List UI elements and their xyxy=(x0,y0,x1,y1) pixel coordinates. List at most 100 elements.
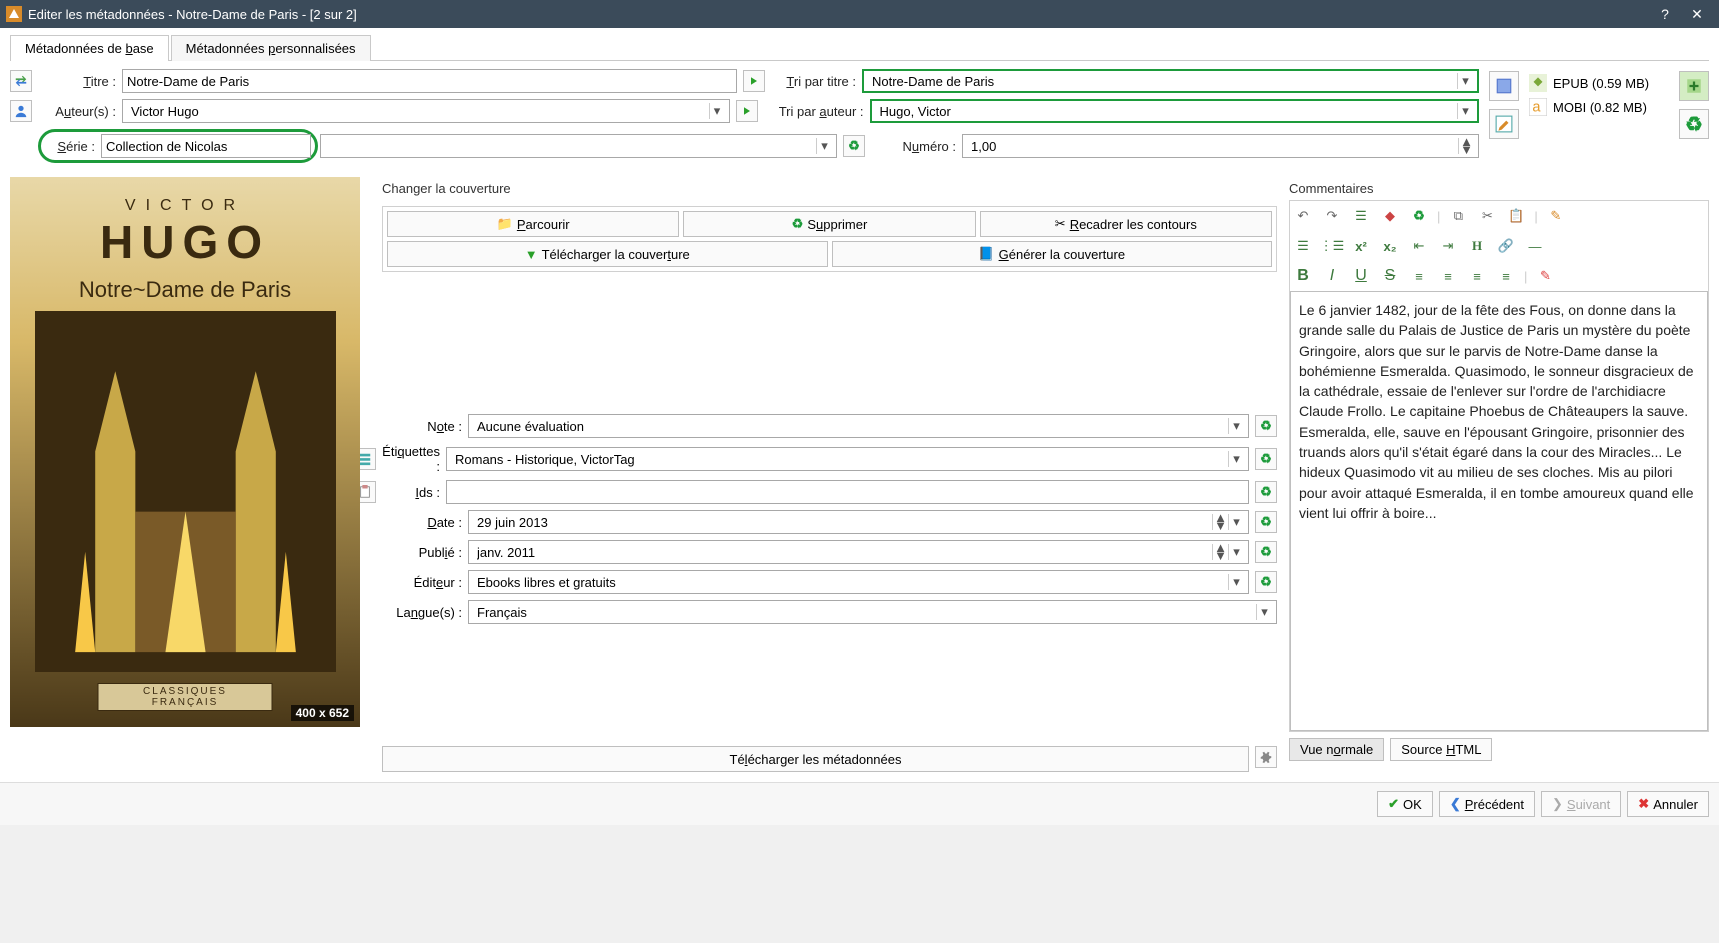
generate-cover-button[interactable]: 📘Générer la couverture xyxy=(832,241,1273,267)
clear-ids-button[interactable]: ♻ xyxy=(1255,481,1277,503)
publisher-input[interactable]: ▾ xyxy=(468,570,1249,594)
rating-input[interactable]: ▾ xyxy=(468,414,1249,438)
chevron-down-icon[interactable]: ▾ xyxy=(1457,103,1473,119)
edit-metadata-button[interactable] xyxy=(1489,109,1519,139)
paste-icon[interactable]: 📋 xyxy=(1505,205,1527,227)
cover-collection: CLASSIQUES FRANÇAIS xyxy=(98,683,273,711)
book-cover[interactable]: VICTOR HUGO Notre~Dame de Paris CLASSIQU… xyxy=(10,177,360,727)
trim-cover-button[interactable]: ✂Recadrer les contours xyxy=(980,211,1272,237)
underline-icon[interactable]: U xyxy=(1350,265,1372,287)
format-mobi[interactable]: a MOBI (0.82 MB) xyxy=(1529,95,1669,119)
cover-book-title: Notre~Dame de Paris xyxy=(79,277,291,303)
sort-title-input[interactable]: ▾ xyxy=(862,69,1479,93)
superscript-icon[interactable]: x² xyxy=(1350,235,1372,257)
cover-dimensions: 400 x 652 xyxy=(291,705,354,721)
tab-basic-metadata[interactable]: Métadonnées de base xyxy=(10,35,169,61)
indent-icon[interactable]: ⇤ xyxy=(1408,235,1430,257)
folder-icon: 📁 xyxy=(497,216,513,232)
ok-button[interactable]: ✔OK xyxy=(1377,791,1433,817)
label-title: Titre : xyxy=(38,74,116,89)
book-icon: 📘 xyxy=(978,246,994,262)
authors-input[interactable]: ▾ xyxy=(122,99,730,123)
background-color-icon[interactable]: ✎ xyxy=(1534,265,1556,287)
chevron-down-icon[interactable]: ▾ xyxy=(816,138,832,154)
cancel-button[interactable]: ✖Annuler xyxy=(1627,791,1709,817)
align-justify-icon[interactable]: ≡ xyxy=(1495,265,1517,287)
epub-icon xyxy=(1529,74,1547,92)
spinner-icon[interactable]: ▲▼ xyxy=(1458,138,1474,154)
series-combo[interactable]: ▾ xyxy=(320,134,837,158)
chevron-down-icon[interactable]: ▾ xyxy=(1256,604,1272,620)
title-input[interactable] xyxy=(122,69,737,93)
cover-from-format-button[interactable] xyxy=(1489,71,1519,101)
remove-format-button[interactable]: ♻ xyxy=(1679,109,1709,139)
heading-icon[interactable]: H xyxy=(1466,235,1488,257)
undo-icon[interactable]: ↶ xyxy=(1292,205,1314,227)
published-input[interactable]: ▲▼▾ xyxy=(468,540,1249,564)
view-source-tab[interactable]: Source HTML xyxy=(1390,738,1492,761)
subscript-icon[interactable]: x₂ xyxy=(1379,235,1401,257)
apply-title-sort-button[interactable] xyxy=(743,70,765,92)
copy-icon[interactable]: ⧉ xyxy=(1447,205,1469,227)
date-input[interactable]: ▲▼▾ xyxy=(468,510,1249,534)
clear-publisher-button[interactable]: ♻ xyxy=(1255,571,1277,593)
help-button[interactable]: ? xyxy=(1649,6,1681,22)
unordered-list-icon[interactable]: ⋮☰ xyxy=(1321,235,1343,257)
manage-authors-button[interactable] xyxy=(10,100,32,122)
chevron-down-icon[interactable]: ▾ xyxy=(1228,574,1244,590)
chevron-down-icon[interactable]: ▾ xyxy=(1228,451,1244,467)
hr-icon[interactable]: — xyxy=(1524,235,1546,257)
align-center-icon[interactable]: ≡ xyxy=(1437,265,1459,287)
link-icon[interactable]: 🔗 xyxy=(1495,235,1517,257)
clear-published-button[interactable]: ♻ xyxy=(1255,541,1277,563)
add-format-button[interactable] xyxy=(1679,71,1709,101)
bold-icon[interactable]: B xyxy=(1292,265,1314,287)
strike-icon[interactable]: S xyxy=(1379,265,1401,287)
ids-input[interactable] xyxy=(446,480,1249,504)
previous-button[interactable]: ❮Précédent xyxy=(1439,791,1535,817)
clear-tags-button[interactable]: ♻ xyxy=(1255,448,1277,470)
color-icon[interactable]: ✎ xyxy=(1545,205,1567,227)
window-title: Editer les métadonnées - Notre-Dame de P… xyxy=(28,7,1649,22)
clear-rating-button[interactable]: ♻ xyxy=(1255,415,1277,437)
languages-input[interactable]: ▾ xyxy=(468,600,1277,624)
clear-icon[interactable]: ♻ xyxy=(1408,205,1430,227)
swap-title-author-button[interactable] xyxy=(10,70,32,92)
app-icon xyxy=(6,6,22,22)
sort-author-input[interactable]: ▾ xyxy=(870,99,1480,123)
cut-icon[interactable]: ✂ xyxy=(1476,205,1498,227)
configure-download-button[interactable] xyxy=(1255,746,1277,768)
label-number: Numéro : xyxy=(871,139,956,154)
chevron-down-icon[interactable]: ▾ xyxy=(1228,418,1244,434)
view-normal-tab[interactable]: Vue normale xyxy=(1289,738,1384,761)
redo-icon[interactable]: ↷ xyxy=(1321,205,1343,227)
download-metadata-button[interactable]: Télécharger les métadonnées xyxy=(382,746,1249,772)
clear-date-button[interactable]: ♻ xyxy=(1255,511,1277,533)
chevron-down-icon[interactable]: ▾ xyxy=(1457,73,1473,89)
outdent-icon[interactable]: ⇥ xyxy=(1437,235,1459,257)
ordered-list-icon[interactable]: ☰ xyxy=(1292,235,1314,257)
chevron-down-icon[interactable]: ▾ xyxy=(709,103,725,119)
apply-author-sort-button[interactable] xyxy=(736,100,758,122)
remove-format-icon[interactable]: ◆ xyxy=(1379,205,1401,227)
clear-series-button[interactable]: ♻ xyxy=(843,135,865,157)
italic-icon[interactable]: I xyxy=(1321,265,1343,287)
chevron-down-icon[interactable]: ▾ xyxy=(1228,544,1244,560)
select-all-icon[interactable]: ☰ xyxy=(1350,205,1372,227)
tab-custom-metadata[interactable]: Métadonnées personnalisées xyxy=(171,35,371,61)
comments-editor[interactable]: Le 6 janvier 1482, jour de la fête des F… xyxy=(1290,291,1708,731)
align-left-icon[interactable]: ≡ xyxy=(1408,265,1430,287)
tags-input[interactable]: ▾ xyxy=(446,447,1249,471)
chevron-down-icon[interactable]: ▾ xyxy=(1228,514,1244,530)
align-right-icon[interactable]: ≡ xyxy=(1466,265,1488,287)
close-button[interactable]: ✕ xyxy=(1681,6,1713,23)
mobi-icon: a xyxy=(1529,98,1547,116)
metadata-tabs: Métadonnées de base Métadonnées personna… xyxy=(10,34,1709,61)
format-epub[interactable]: EPUB (0.59 MB) xyxy=(1529,71,1669,95)
delete-cover-button[interactable]: ♻Supprimer xyxy=(683,211,975,237)
series-number-input[interactable]: ▲▼ xyxy=(962,134,1479,158)
close-icon: ✖ xyxy=(1638,796,1649,812)
download-cover-button[interactable]: ▼Télécharger la couverture xyxy=(387,241,828,267)
browse-cover-button[interactable]: 📁Parcourir xyxy=(387,211,679,237)
series-input[interactable] xyxy=(101,134,311,158)
